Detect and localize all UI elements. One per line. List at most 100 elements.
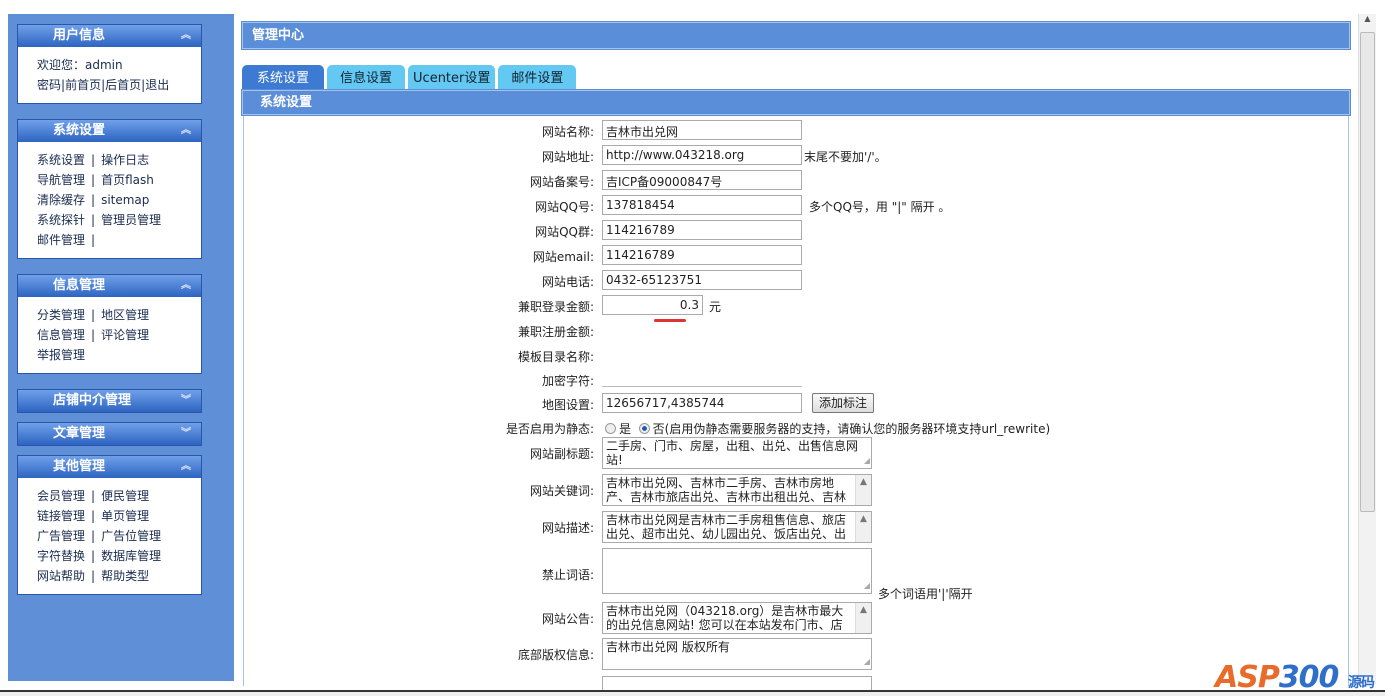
sidebar-link[interactable]: 地区管理: [101, 308, 149, 322]
sidebar-link[interactable]: 广告位管理: [101, 529, 161, 543]
phone-input[interactable]: 0432-65123751: [602, 270, 802, 290]
copyright-textarea[interactable]: 吉林市出兑网 版权所有 ◢: [602, 638, 872, 670]
separator: |: [91, 153, 96, 167]
textarea-value: 二手房、门市、房屋，出租、出兑、出售信息网站!: [606, 439, 859, 467]
link-admin-home[interactable]: 后首页: [105, 78, 141, 92]
label: 网站电话:: [541, 275, 594, 289]
separator: |: [91, 529, 96, 543]
panel-user-info: 用户信息 ︽ 欢迎您：admin 密码|前首页|后首页|退出: [17, 24, 202, 104]
sidebar-link[interactable]: 操作日志: [101, 153, 149, 167]
sidebar-link[interactable]: 字符替换: [37, 549, 85, 563]
notice-textarea[interactable]: 吉林市出兑网（043218.org）是吉林市最大的出兑信息网站! 您可以在本站发…: [602, 602, 872, 634]
subtitle-textarea[interactable]: 二手房、门市、房屋，出租、出兑、出售信息网站! ◢: [602, 437, 872, 469]
label: 网站公告:: [541, 612, 594, 626]
radio-yes[interactable]: [605, 423, 616, 434]
separator: |: [91, 549, 96, 563]
scrollbar[interactable]: ▲: [855, 512, 871, 542]
separator: |: [91, 489, 96, 503]
panel-title: 信息管理: [53, 278, 106, 293]
separator: |: [91, 328, 96, 342]
window-bottom-edge: [0, 690, 1385, 696]
panel-header[interactable]: 信息管理 ︽: [18, 275, 201, 297]
label: 兼职注册金额:: [517, 325, 594, 339]
static-note: (启用伪静态需要服务器的支持，请确认您的服务器环境支持url_rewrite): [664, 422, 1051, 436]
textarea-value: 吉林市出兑网 版权所有: [606, 640, 730, 654]
sidebar-link[interactable]: 信息管理: [37, 328, 85, 342]
sidebar-link[interactable]: 清除缓存: [37, 193, 85, 207]
map-input[interactable]: 12656717,4385744: [602, 393, 802, 413]
panel-article-management[interactable]: 文章管理 ︾: [17, 422, 202, 446]
chevron-up-icon[interactable]: ︽: [181, 120, 191, 142]
sidebar-link[interactable]: 邮件管理: [37, 233, 85, 247]
link-front-home[interactable]: 前首页: [65, 78, 101, 92]
login-amount-input[interactable]: 0.3: [602, 295, 703, 315]
chevron-down-icon[interactable]: ︾: [181, 423, 191, 445]
sidebar-link[interactable]: 举报管理: [37, 348, 85, 362]
keywords-textarea[interactable]: 吉林市出兑网、吉林市二手房、吉林市房地产、吉林市旅店出兑、吉林市出租出兑、吉林 ▲: [602, 474, 872, 506]
label: 底部版权信息:: [517, 648, 594, 662]
textarea-value: 吉林市出兑网、吉林市二手房、吉林市房地产、吉林市旅店出兑、吉林市出租出兑、吉林: [606, 476, 847, 504]
site-name-input[interactable]: 吉林市出兑网: [602, 120, 802, 140]
label: 加密字符:: [541, 374, 594, 388]
scroll-up-icon[interactable]: ▲: [1359, 14, 1376, 23]
sidebar-link[interactable]: 单页管理: [101, 509, 149, 523]
label: 网站描述:: [541, 521, 594, 535]
panel-header[interactable]: 系统设置 ︽: [18, 120, 201, 142]
tab-system-settings[interactable]: 系统设置: [242, 65, 325, 90]
sidebar-link[interactable]: 会员管理: [37, 489, 85, 503]
qq-input[interactable]: 137818454: [602, 195, 802, 215]
email-input[interactable]: 114216789: [602, 245, 802, 265]
sidebar-link[interactable]: 分类管理: [37, 308, 85, 322]
unit: 元: [709, 300, 722, 314]
scrollbar[interactable]: ▲: [855, 475, 871, 505]
icp-input[interactable]: 吉ICP备09000847号: [602, 170, 802, 190]
chevron-up-icon[interactable]: ︽: [181, 456, 191, 478]
chevron-up-icon[interactable]: ︽: [181, 25, 191, 47]
panel-title: 系统设置: [53, 123, 106, 138]
sidebar-link[interactable]: 广告管理: [37, 529, 85, 543]
radio-yes-label: 是: [619, 422, 632, 436]
page-scrollbar[interactable]: ▲: [1358, 14, 1376, 684]
scrollbar[interactable]: ▲: [855, 603, 871, 633]
panel-info-management: 信息管理 ︽ 分类管理 | 地区管理 信息管理 | 评论管理 举报管理: [17, 274, 202, 374]
chevron-down-icon[interactable]: ︾: [181, 390, 191, 412]
chevron-up-icon[interactable]: ︽: [181, 275, 191, 297]
section-header: 系统设置: [241, 89, 1351, 116]
panel-header[interactable]: 其他管理 ︽: [18, 456, 201, 478]
settings-form: 网站名称: 吉林市出兑网 网站地址: http://www.043218.org 末尾…: [243, 116, 1349, 696]
panel-header[interactable]: 用户信息 ︽: [18, 25, 201, 47]
label: 是否启用为静态:: [505, 422, 594, 436]
label: 禁止词语:: [541, 568, 594, 582]
sidebar-link[interactable]: 评论管理: [101, 328, 149, 342]
main-header: 管理中心: [241, 21, 1351, 50]
site-url-input[interactable]: http://www.043218.org: [602, 145, 802, 165]
section-title: 系统设置: [241, 89, 1351, 116]
sidebar-link[interactable]: 便民管理: [101, 489, 149, 503]
page-title: 管理中心: [241, 21, 1351, 50]
sidebar-link[interactable]: 系统设置: [37, 153, 85, 167]
qq-group-input[interactable]: 114216789: [602, 220, 802, 240]
tab-mail-settings[interactable]: 邮件设置: [498, 65, 577, 90]
tab-info-settings[interactable]: 信息设置: [327, 65, 406, 90]
description-textarea[interactable]: 吉林市出兑网是吉林市二手房租售信息、旅店出兑、超市出兑、幼儿园出兑、饭店出兑、出…: [602, 511, 872, 543]
tab-ucenter-settings[interactable]: Ucenter设置: [408, 65, 496, 90]
sidebar-link[interactable]: 首页flash: [101, 173, 154, 187]
sidebar-link[interactable]: 链接管理: [37, 509, 85, 523]
sidebar-link[interactable]: 管理员管理: [101, 213, 161, 227]
sidebar-link[interactable]: sitemap: [101, 193, 149, 207]
add-marker-button[interactable]: 添加标注: [812, 393, 875, 413]
link-logout[interactable]: 退出: [145, 78, 169, 92]
radio-no[interactable]: [638, 423, 650, 434]
tab-bar: 系统设置 信息设置 Ucenter设置 邮件设置: [242, 65, 579, 90]
sidebar-link[interactable]: 帮助类型: [101, 569, 149, 583]
link-password[interactable]: 密码: [37, 78, 61, 92]
encrypt-input[interactable]: [602, 386, 802, 387]
textarea-value: 吉林市出兑网（043218.org）是吉林市最大的出兑信息网站! 您可以在本站发…: [606, 604, 844, 632]
sidebar-link[interactable]: 网站帮助: [37, 569, 85, 583]
sidebar-link[interactable]: 数据库管理: [101, 549, 161, 563]
scrollbar-thumb[interactable]: [1360, 32, 1375, 512]
sidebar-link[interactable]: 系统探针: [37, 213, 85, 227]
panel-shop-agency[interactable]: 店铺中介管理 ︾: [17, 389, 202, 413]
sidebar-link[interactable]: 导航管理: [37, 173, 85, 187]
banned-words-textarea[interactable]: ◢: [602, 548, 872, 594]
